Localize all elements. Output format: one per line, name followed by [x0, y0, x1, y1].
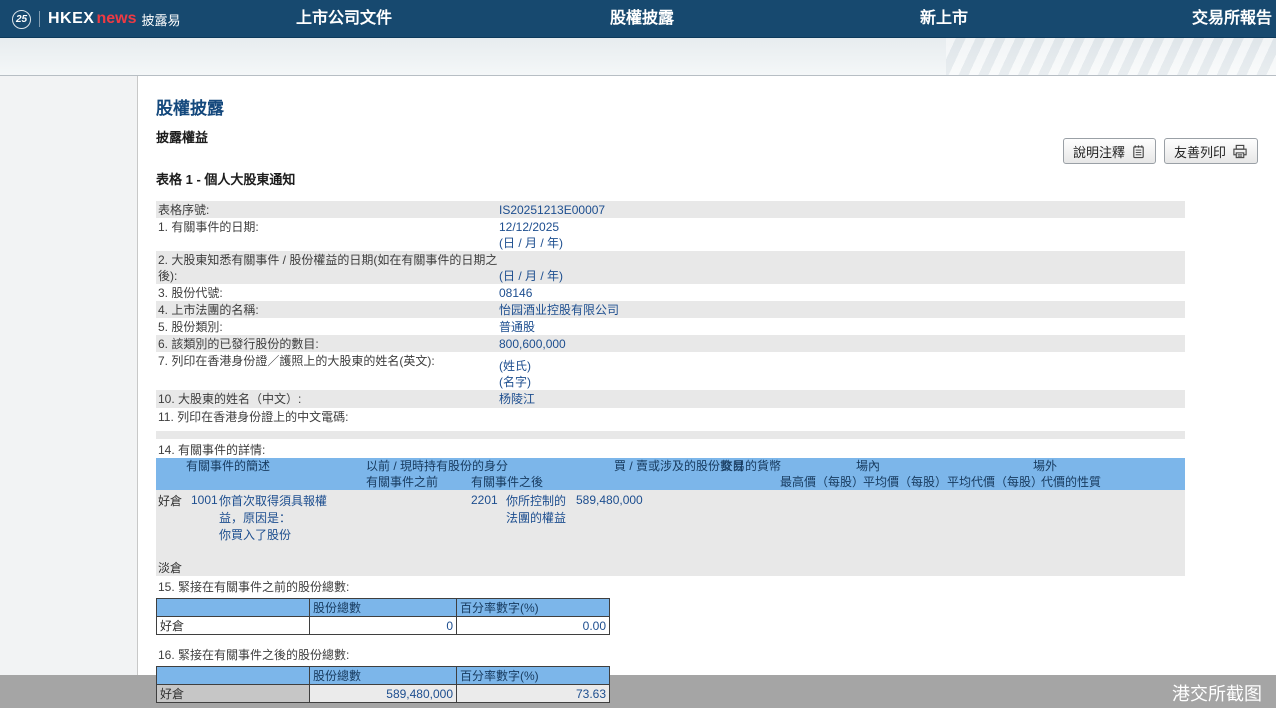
- page-title: 股權披露: [156, 94, 224, 119]
- print-friendly-label: 友善列印: [1174, 142, 1226, 161]
- s16-col-pct: 百分率數字(%): [457, 667, 610, 685]
- s16-row-long: 好倉 589,480,000 73.63: [157, 685, 610, 703]
- section15-label: 15. 緊接在有關事件之前的股份總數:: [156, 579, 1185, 595]
- form-row-aware-date: 2. 大股東知悉有關事件 / 股份權益的日期(如在有關事件的日期之後): (日 …: [156, 251, 1185, 284]
- print-friendly-button[interactable]: 友善列印: [1164, 138, 1258, 164]
- section14-label: 14. 有關事件的詳情:: [156, 442, 1185, 458]
- explanatory-notes-label: 說明注釋: [1073, 142, 1125, 161]
- form-row-event-date: 1. 有關事件的日期: 12/12/2025 (日 / 月 / 年): [156, 218, 1185, 251]
- form-body: 表格序號: IS20251213E00007 1. 有關事件的日期: 12/12…: [156, 201, 1185, 708]
- s15-col-empty: [157, 599, 310, 617]
- form-row-issued-shares: 6. 該類別的已發行股份的數目: 800,600,000: [156, 335, 1185, 352]
- top-nav: 25 HKEX news 披露易 上市公司文件 股權披露 新上市 交易所報告: [0, 0, 1276, 38]
- section16-label: 16. 緊接在有關事件之後的股份總數:: [156, 647, 1185, 663]
- printer-icon: [1232, 144, 1248, 159]
- toolbar: 說明注釋 友善列印: [1063, 138, 1258, 164]
- watermark-text: 港交所截图: [1172, 680, 1262, 706]
- s16-col-empty: [157, 667, 310, 685]
- notepad-icon: [1131, 144, 1146, 159]
- form-row-stock-code: 3. 股份代號: 08146: [156, 284, 1185, 301]
- s15-col-shares: 股份總數: [310, 599, 457, 617]
- empty-stripe-row: [156, 431, 1185, 439]
- nav-item-exchange-reports[interactable]: 交易所報告: [1192, 0, 1272, 38]
- header-banner: [0, 38, 1276, 76]
- hkexnews-logo[interactable]: 25 HKEX news 披露易: [12, 0, 180, 38]
- logo-divider: [39, 11, 40, 27]
- capacity-code-after: 2201: [471, 492, 498, 509]
- section15-table: 股份總數 百分率數字(%) 好倉 0 0.00: [156, 598, 610, 635]
- section14-header: 有關事件的簡述 以前 / 現時持有股份的身分 買 / 賣或涉及的股份數目 交易的…: [156, 458, 1185, 490]
- capacity-after-text: 你所控制的法團的權益: [506, 493, 570, 527]
- form-row-share-class: 5. 股份類別: 普通股: [156, 318, 1185, 335]
- form-row-chinese-code: 11. 列印在香港身份證上的中文電碼:: [156, 408, 1185, 426]
- short-position-label: 淡倉: [158, 560, 182, 577]
- anniversary-25-icon: 25: [12, 10, 31, 29]
- nav-item-listed-company-docs[interactable]: 上市公司文件: [296, 0, 392, 38]
- form-row-serial: 表格序號: IS20251213E00007: [156, 201, 1185, 218]
- nav-item-disclosure-of-interests[interactable]: 股權披露: [610, 0, 674, 38]
- section16-table: 股份總數 百分率數字(%) 好倉 589,480,000 73.63: [156, 666, 610, 703]
- section14-body: 好倉 1001 你首次取得須具報權益，原因是： 你買入了股份 2201 你所控制…: [156, 490, 1185, 576]
- s15-row-long: 好倉 0 0.00: [157, 617, 610, 635]
- long-position-label: 好倉: [158, 493, 182, 510]
- form-row-corporation-name: 4. 上市法團的名稱: 怡园酒业控股有限公司: [156, 301, 1185, 318]
- s15-col-pct: 百分率數字(%): [457, 599, 610, 617]
- page-subtitle: 披露權益: [156, 127, 208, 146]
- nav-item-new-listings[interactable]: 新上市: [920, 0, 968, 38]
- logo-chinese-text: 披露易: [141, 10, 180, 29]
- form-row-english-name: 7. 列印在香港身份證／護照上的大股東的姓名(英文): (姓氏) (名字): [156, 352, 1185, 390]
- s16-col-shares: 股份總數: [310, 667, 457, 685]
- form-title: 表格 1 - 個人大股東通知: [156, 169, 295, 188]
- explanatory-notes-button[interactable]: 說明注釋: [1063, 138, 1156, 164]
- logo-news-text: news: [96, 10, 136, 28]
- event-code-before: 1001: [191, 492, 218, 509]
- shares-involved-number: 589,480,000: [576, 492, 643, 509]
- logo-hkex-text: HKEX: [48, 10, 94, 28]
- form-row-chinese-name: 10. 大股東的姓名（中文）: 杨陵江: [156, 390, 1185, 408]
- event-description: 你首次取得須具報權益，原因是： 你買入了股份: [219, 493, 337, 544]
- content-panel: 股權披露 披露權益 說明注釋 友善列印: [137, 76, 1276, 708]
